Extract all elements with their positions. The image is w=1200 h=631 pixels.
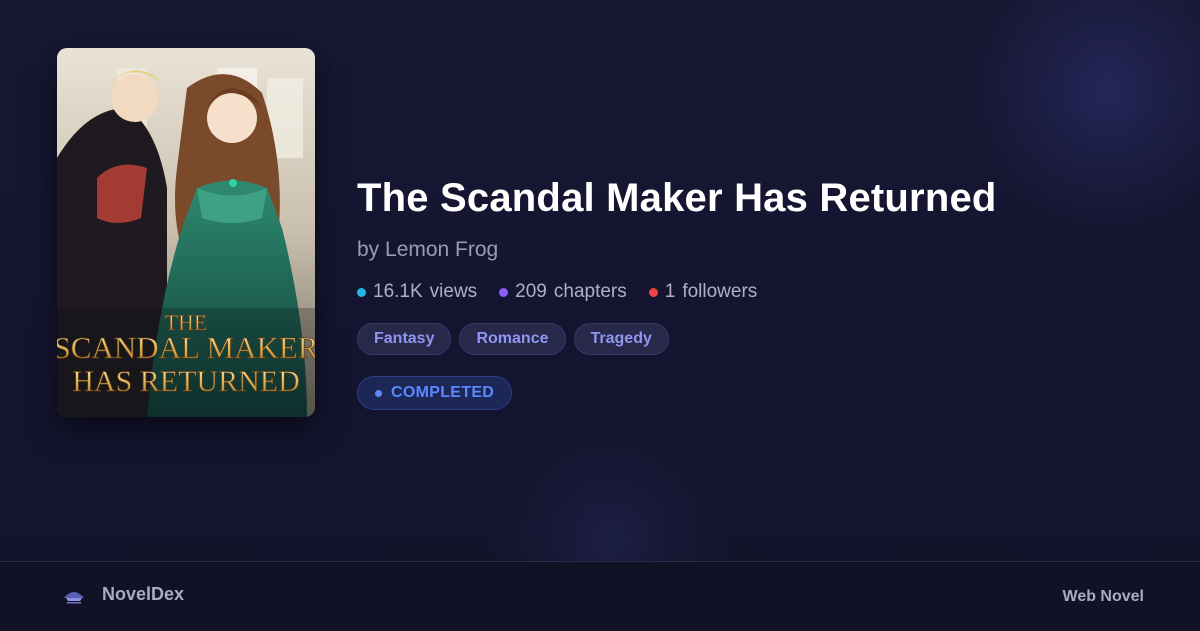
followers-value: 1 bbox=[664, 281, 676, 302]
stat-chapters: 209 chapters bbox=[499, 281, 627, 303]
novel-info: The Scandal Maker Has Returned by Lemon … bbox=[357, 170, 1157, 410]
chapters-value: 209 bbox=[515, 281, 547, 302]
tag-romance[interactable]: Romance bbox=[459, 323, 566, 355]
genre-tags: Fantasy Romance Tragedy bbox=[357, 323, 1157, 355]
chapters-dot bbox=[499, 287, 509, 297]
views-value: 16.1K bbox=[373, 281, 423, 302]
status-dot bbox=[375, 389, 382, 397]
cover-title-line-3: HAS RETURNED bbox=[72, 365, 300, 398]
brand-name: NovelDex bbox=[102, 583, 185, 604]
followers-dot bbox=[648, 287, 658, 297]
cover-image[interactable]: THE SCANDAL MAKER HAS RETURNED bbox=[57, 48, 315, 417]
tag-fantasy[interactable]: Fantasy bbox=[357, 323, 452, 355]
stat-followers: 1 followers bbox=[648, 281, 758, 303]
status-label: COMPLETED bbox=[391, 384, 495, 401]
footer: NovelDex Web Novel bbox=[0, 561, 1200, 631]
novel-author[interactable]: by Lemon Frog bbox=[357, 236, 1157, 264]
stat-views: 16.1K views bbox=[357, 281, 477, 303]
followers-label: followers bbox=[682, 281, 758, 302]
chapters-label: chapters bbox=[553, 281, 627, 302]
noveldex-logo-icon bbox=[64, 592, 84, 604]
views-label: views bbox=[429, 281, 478, 302]
tag-tragedy[interactable]: Tragedy bbox=[573, 323, 669, 355]
cover-title-line-2: SCANDAL MAKER bbox=[57, 330, 315, 365]
novel-title[interactable]: The Scandal Maker Has Returned bbox=[357, 170, 1157, 226]
status-badge: COMPLETED bbox=[357, 376, 513, 410]
stats-row: 16.1K views 209 chapters 1 followers bbox=[357, 281, 1157, 303]
views-dot bbox=[357, 287, 366, 297]
brand[interactable]: NovelDex bbox=[62, 582, 184, 606]
cover-illustration: THE SCANDAL MAKER HAS RETURNED bbox=[57, 48, 315, 417]
platform-label: Web Novel bbox=[1062, 588, 1145, 605]
